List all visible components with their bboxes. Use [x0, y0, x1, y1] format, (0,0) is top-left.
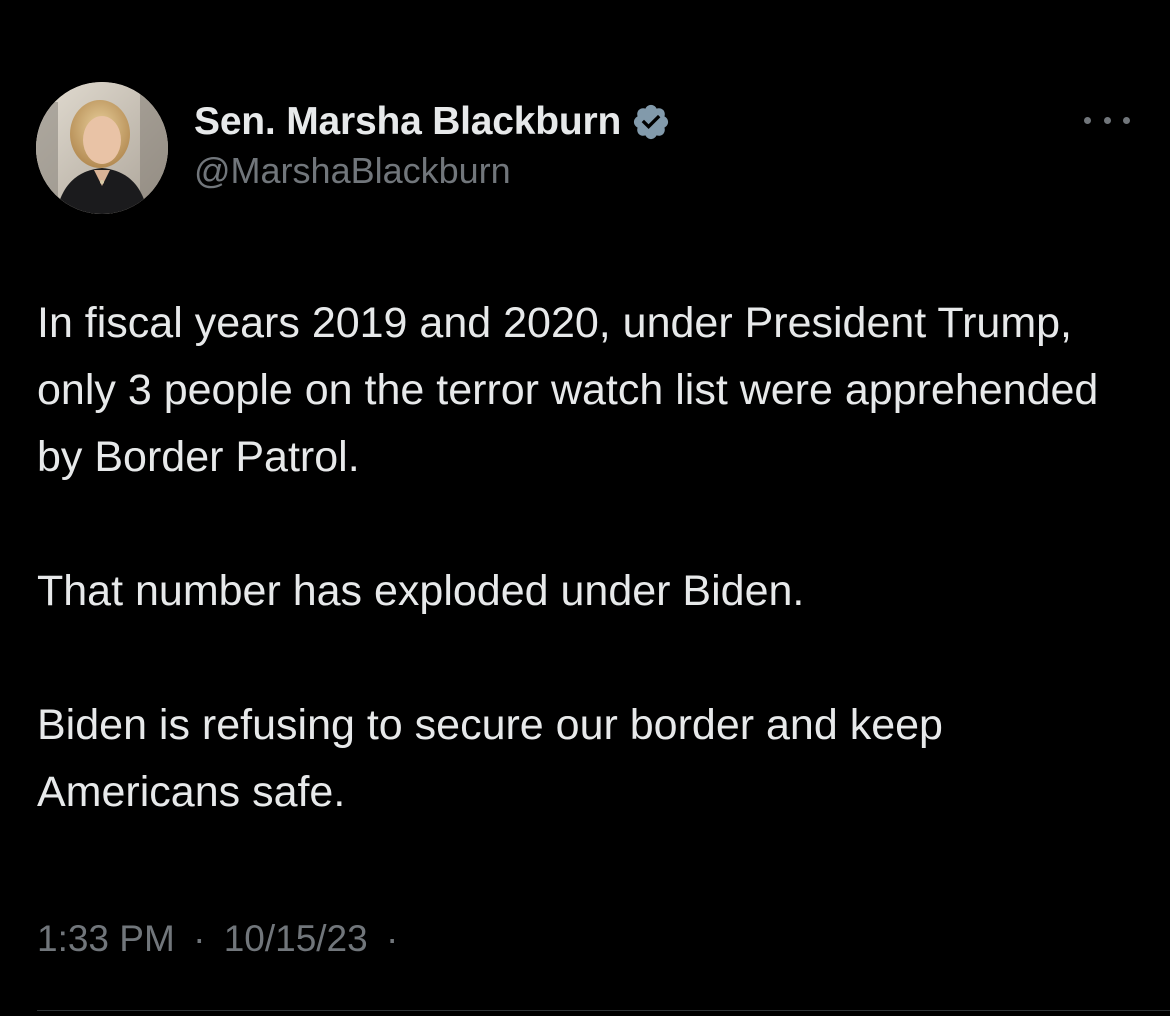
tweet-date[interactable]: 10/15/23 — [224, 918, 368, 959]
tweet-text: In fiscal years 2019 and 2020, under Pre… — [37, 290, 1137, 826]
tweet-time[interactable]: 1:33 PM — [37, 918, 175, 959]
tweet-metadata: 1:33 PM · 10/15/23 · — [37, 918, 406, 960]
meta-separator: · — [386, 918, 399, 959]
tweet-container: Sen. Marsha Blackburn @MarshaBlackburn I… — [0, 0, 1170, 1016]
more-options-icon[interactable] — [1084, 108, 1130, 132]
more-dot — [1103, 116, 1111, 124]
display-name[interactable]: Sen. Marsha Blackburn — [194, 100, 621, 144]
tweet-paragraph: Biden is refusing to secure our border a… — [37, 701, 943, 816]
verified-badge-icon[interactable] — [631, 102, 671, 142]
tweet-paragraph: In fiscal years 2019 and 2020, under Pre… — [37, 299, 1099, 481]
author-identity: Sen. Marsha Blackburn @MarshaBlackburn — [194, 98, 671, 192]
more-dot — [1123, 116, 1130, 124]
meta-separator: · — [193, 918, 206, 959]
divider — [37, 1010, 1170, 1011]
tweet-paragraph: That number has exploded under Biden. — [37, 567, 805, 615]
handle[interactable]: @MarshaBlackburn — [194, 150, 671, 192]
avatar[interactable] — [36, 82, 168, 214]
more-dot — [1084, 116, 1091, 124]
profile-photo — [36, 82, 168, 214]
name-row: Sen. Marsha Blackburn — [194, 98, 671, 146]
